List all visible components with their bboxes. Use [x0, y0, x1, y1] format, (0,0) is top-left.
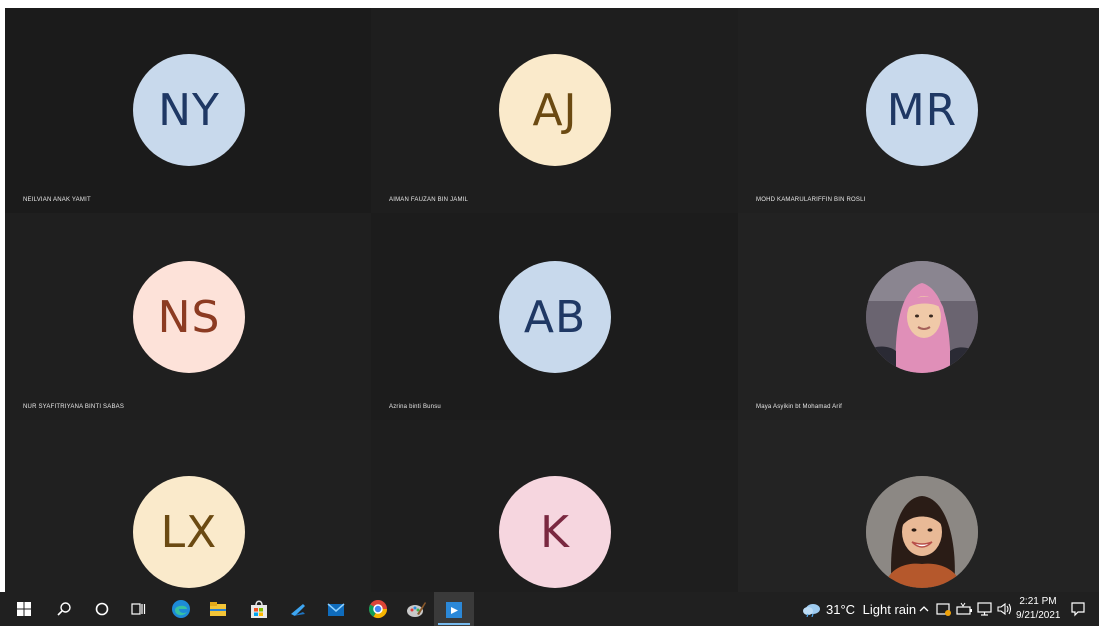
clock[interactable]: 2:21 PM 9/21/2021: [1016, 595, 1061, 623]
participant-initials: K: [540, 506, 570, 558]
taskbar-app-edge[interactable]: [163, 592, 199, 626]
participant-tile-lx[interactable]: LX: [5, 420, 371, 592]
taskbar-app-mail[interactable]: [318, 592, 354, 626]
participant-avatar: NS: [133, 261, 245, 373]
battery-icon[interactable]: [956, 601, 974, 617]
participant-initials: MR: [886, 84, 958, 136]
taskbar-app-file-explorer[interactable]: [200, 592, 236, 626]
participant-name: NEILVIAN ANAK YAMIT: [23, 197, 91, 203]
participant-avatar: NY: [133, 54, 245, 166]
windows-start-icon: [17, 602, 31, 616]
participant-photo-avatar: [866, 261, 978, 373]
taskbar-app-generic[interactable]: [280, 592, 316, 626]
paint-icon: [407, 602, 426, 617]
participant-photo-avatar: [866, 476, 978, 588]
chrome-icon: [368, 600, 387, 619]
app-arrow-icon: [291, 604, 305, 616]
participant-tile-maya[interactable]: Maya Asyikin bt Mohamad Arif: [738, 213, 1099, 420]
network-icon[interactable]: [977, 601, 993, 617]
participant-tile-aj[interactable]: AJ AIMAN FAUZAN BIN JAMIL: [371, 8, 738, 213]
chevron-up-icon[interactable]: [918, 603, 930, 615]
taskbar-app-paint[interactable]: [398, 592, 434, 626]
taskbar-app-chrome[interactable]: [360, 592, 396, 626]
mail-icon: [327, 603, 345, 616]
participant-name: Azrina binti Bunsu: [389, 404, 441, 410]
edge-icon: [172, 600, 190, 618]
clock-time: 2:21 PM: [1019, 596, 1057, 607]
profile-photo-icon: [866, 476, 978, 588]
participant-initials: NY: [158, 84, 220, 136]
participant-tile-k[interactable]: K: [371, 420, 738, 592]
participant-initials: AB: [523, 291, 587, 343]
participant-avatar: AJ: [499, 54, 611, 166]
participant-avatar: LX: [133, 476, 245, 588]
start-button[interactable]: [6, 592, 42, 626]
taskbar-app-teams[interactable]: [434, 592, 474, 626]
participant-avatar: MR: [866, 54, 978, 166]
cortana-button[interactable]: [84, 592, 120, 626]
weather-cloud-icon: [803, 604, 820, 617]
windows-taskbar: 31°C Light rain 2:21 PM 9/21/2021: [0, 592, 1099, 626]
search-button[interactable]: [46, 592, 82, 626]
taskbar-app-store[interactable]: [241, 592, 277, 626]
weather-temp: 31°C: [826, 602, 856, 617]
participant-tile-ny[interactable]: NY NEILVIAN ANAK YAMIT: [5, 8, 371, 213]
profile-photo-icon: [866, 261, 978, 373]
participant-name: AIMAN FAUZAN BIN JAMIL: [389, 197, 469, 203]
notification-app-icon[interactable]: [936, 601, 952, 617]
volume-icon[interactable]: [996, 601, 1014, 617]
participant-tile-photo-2[interactable]: [738, 420, 1099, 592]
participant-name: Maya Asyikin bt Mohamad Arif: [756, 404, 842, 410]
file-explorer-icon: [210, 602, 226, 616]
cortana-icon: [95, 602, 109, 616]
weather-condition: Light rain: [862, 602, 917, 617]
participant-name: NUR SYAFITRIYANA BINTI SABAS: [23, 404, 125, 410]
participant-avatar: K: [499, 476, 611, 588]
search-icon: [57, 602, 71, 616]
participant-name: MOHD KAMARULARIFFIN BIN ROSLI: [756, 197, 866, 203]
teams-icon: [446, 602, 462, 618]
task-view-button[interactable]: [120, 592, 156, 626]
weather-widget[interactable]: 31°C Light rain: [826, 602, 916, 617]
participant-initials: AJ: [532, 84, 578, 136]
participant-initials: NS: [157, 291, 221, 343]
participant-tile-ab[interactable]: AB Azrina binti Bunsu: [371, 213, 738, 420]
video-grid: NY NEILVIAN ANAK YAMIT AJ AIMAN FAUZAN B…: [5, 8, 1099, 592]
task-view-icon: [131, 603, 146, 615]
participant-tile-mr[interactable]: MR MOHD KAMARULARIFFIN BIN ROSLI: [738, 8, 1099, 213]
action-center-icon[interactable]: [1070, 601, 1086, 617]
participant-avatar: AB: [499, 261, 611, 373]
clock-date: 9/21/2021: [1016, 610, 1061, 621]
store-icon: [251, 600, 267, 618]
participant-tile-ns[interactable]: NS NUR SYAFITRIYANA BINTI SABAS: [5, 213, 371, 420]
participant-initials: LX: [160, 506, 218, 558]
